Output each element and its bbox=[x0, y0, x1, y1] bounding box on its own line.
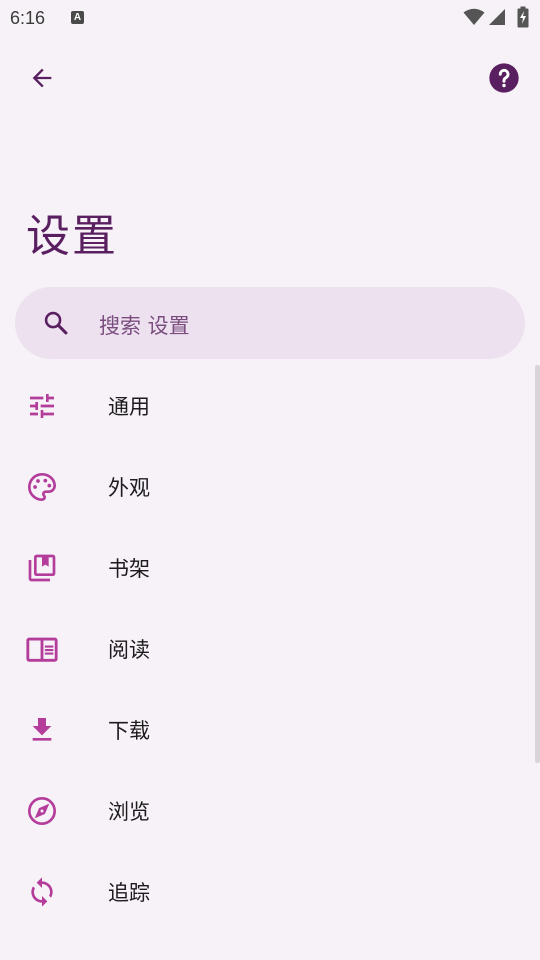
menu-item-label: 下载 bbox=[108, 718, 150, 743]
menu-item-download[interactable]: 下载 bbox=[0, 689, 530, 770]
arrow-back-icon bbox=[32, 68, 52, 88]
download-icon bbox=[24, 712, 60, 748]
battery-charging-icon bbox=[517, 6, 529, 28]
back-button[interactable] bbox=[18, 56, 66, 100]
signal-icon bbox=[489, 9, 505, 25]
menu-item-library[interactable]: 书架 bbox=[0, 527, 530, 608]
menu-item-label: 阅读 bbox=[108, 637, 150, 662]
search-placeholder: 搜索 设置 bbox=[99, 314, 190, 338]
sync-icon bbox=[24, 874, 60, 910]
wifi-icon bbox=[463, 8, 485, 25]
menu-item-label: 追踪 bbox=[108, 880, 150, 905]
search-input[interactable]: 搜索 设置 bbox=[15, 287, 525, 359]
status-bar: 6:16 A bbox=[0, 0, 540, 36]
palette-icon bbox=[24, 469, 60, 505]
menu-item-label: 通用 bbox=[108, 394, 150, 419]
notification-a-icon: A bbox=[71, 11, 84, 24]
help-button[interactable] bbox=[482, 56, 526, 100]
menu-item-label: 外观 bbox=[108, 475, 150, 500]
menu-item-label: 书架 bbox=[108, 556, 150, 581]
page-title: 设置 bbox=[26, 211, 118, 262]
scrollbar[interactable] bbox=[535, 365, 540, 763]
menu-item-tracking[interactable]: 追踪 bbox=[0, 851, 530, 932]
tune-icon bbox=[24, 388, 60, 424]
search-icon bbox=[44, 311, 68, 335]
explore-icon bbox=[24, 793, 60, 829]
menu-item-browse[interactable]: 浏览 bbox=[0, 770, 530, 851]
menu-item-label: 浏览 bbox=[108, 799, 150, 824]
help-circle-icon bbox=[489, 63, 519, 93]
menu-item-appearance[interactable]: 外观 bbox=[0, 446, 530, 527]
menu-item-general[interactable]: 通用 bbox=[0, 365, 530, 446]
settings-menu: 通用 外观 书架 阅读 下载 浏览 追踪 bbox=[0, 365, 530, 932]
menu-item-reader[interactable]: 阅读 bbox=[0, 608, 530, 689]
library-icon bbox=[24, 550, 60, 586]
status-time: 6:16 bbox=[10, 8, 46, 28]
reader-icon bbox=[24, 631, 60, 667]
